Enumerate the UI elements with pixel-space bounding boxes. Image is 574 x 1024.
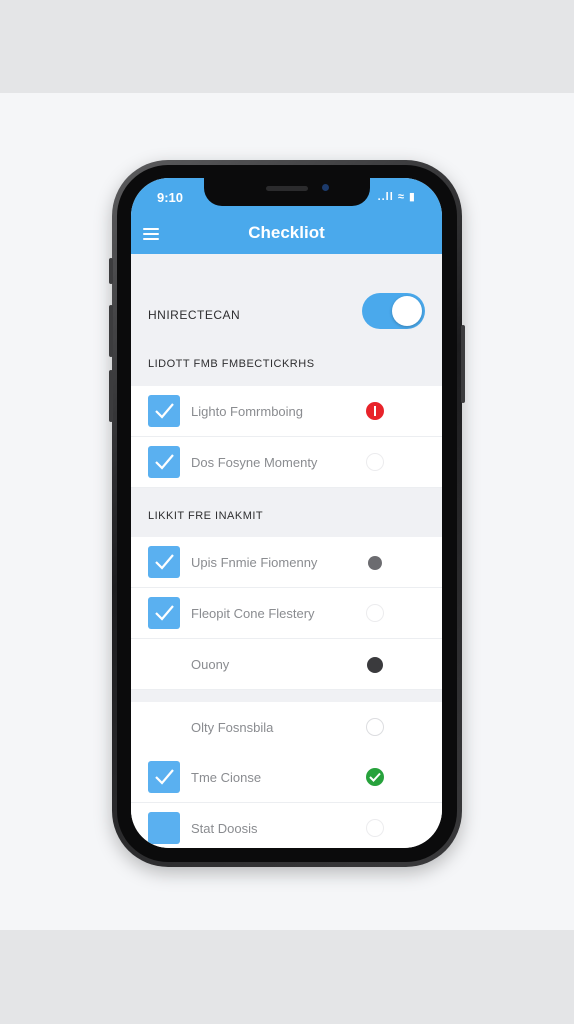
app-screen: 9:10 ..ll ≈ ▮ Checkliot HNIRECTECAN LIDO… [131, 178, 442, 848]
toggle-knob [392, 296, 422, 326]
status-circle-icon [366, 604, 384, 622]
checkbox-checked[interactable] [148, 597, 180, 629]
checkbox-checked[interactable] [148, 546, 180, 578]
setting-row: HNIRECTECAN [131, 288, 442, 338]
check-icon [155, 769, 174, 785]
list-item[interactable]: Lighto Fomrmboing [131, 386, 442, 437]
item-label: Dos Fosyne Momenty [191, 455, 318, 470]
item-label: Olty Fosnsbila [191, 720, 274, 735]
setting-toggle[interactable] [362, 293, 425, 329]
item-label: Stat Doosis [191, 821, 258, 836]
checkbox-empty[interactable] [148, 812, 180, 844]
setting-label: HNIRECTECAN [148, 308, 241, 322]
list-item[interactable]: Fleopit Cone Flestery [131, 588, 442, 639]
status-time: 9:10 [157, 190, 184, 205]
notch [204, 178, 370, 206]
item-label: Tme Cionse [191, 770, 262, 785]
speaker [266, 186, 308, 191]
item-label: Ouony [191, 657, 230, 672]
checkbox-checked[interactable] [148, 446, 180, 478]
check-icon [155, 554, 174, 570]
page-title: Checkliot [248, 223, 325, 242]
status-icons: ..ll ≈ ▮ [377, 191, 416, 203]
volume-down-button [109, 370, 113, 422]
item-label: Upis Fnmie Fiomenny [191, 555, 318, 570]
power-button [461, 325, 465, 403]
list-item[interactable]: Dos Fosyne Momenty [131, 437, 442, 488]
list-item[interactable]: Tme Cionse [131, 752, 442, 803]
status-dot-icon [368, 556, 382, 570]
status-circle-icon [366, 819, 384, 837]
list-item[interactable]: Upis Fnmie Fiomenny [131, 537, 442, 588]
list-item[interactable]: Olty Fosnsbila [131, 702, 442, 753]
status-circle-icon [366, 718, 384, 736]
check-icon [155, 403, 174, 419]
item-label: Fleopit Cone Flestery [191, 606, 315, 621]
section-header: LIKKIT FRE INAKMIT [148, 510, 264, 522]
status-dot-icon [367, 657, 383, 673]
status-circle-icon [366, 453, 384, 471]
section-header: LIDOTT FMB FMBECTICKRHS [148, 358, 315, 370]
checkbox-checked[interactable] [148, 395, 180, 427]
item-label: Lighto Fomrmboing [191, 404, 303, 419]
list-item[interactable]: Ouony [131, 639, 442, 690]
camera [322, 184, 329, 191]
mute-switch [109, 258, 113, 284]
list-item[interactable]: Stat Doosis [131, 803, 442, 848]
alert-icon [366, 402, 384, 420]
check-icon [155, 454, 174, 470]
check-icon [155, 605, 174, 621]
done-check-icon [366, 768, 384, 786]
volume-up-button [109, 305, 113, 357]
checkbox-checked[interactable] [148, 761, 180, 793]
